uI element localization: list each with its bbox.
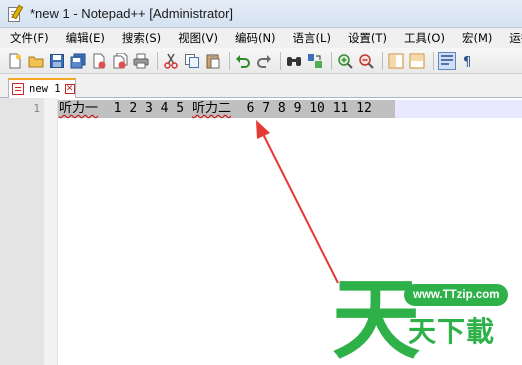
menu-settings[interactable]: 设置(T)	[338, 30, 394, 46]
print-icon[interactable]	[132, 52, 150, 70]
document-tab-bar: new 1 ✕	[0, 74, 522, 98]
paste-icon[interactable]	[204, 52, 222, 70]
code-segment: 听力一	[59, 101, 99, 116]
zoom-in-icon[interactable]	[336, 52, 354, 70]
menu-macro[interactable]: 宏(M)	[452, 30, 499, 46]
menu-language[interactable]: 语言(L)	[283, 30, 338, 46]
watermark: 天 www.TTzip.com 天下載	[332, 272, 522, 365]
toolbar-separator	[331, 51, 332, 70]
show-all-characters-icon[interactable]: ¶	[459, 52, 477, 70]
toolbar-separator	[157, 51, 158, 70]
save-all-icon[interactable]	[69, 52, 87, 70]
menu-encoding[interactable]: 编码(N)	[225, 30, 283, 46]
line-number: 1	[33, 102, 40, 115]
menu-search[interactable]: 搜索(S)	[112, 30, 168, 46]
close-icon[interactable]	[90, 52, 108, 70]
replace-icon[interactable]	[306, 52, 324, 70]
toolbar: ¶	[0, 48, 522, 74]
save-icon[interactable]	[48, 52, 66, 70]
menu-edit[interactable]: 编辑(E)	[56, 30, 112, 46]
menu-tools[interactable]: 工具(O)	[394, 30, 452, 46]
svg-text:¶: ¶	[463, 55, 471, 69]
tab-label: new 1	[29, 83, 61, 95]
toolbar-separator	[280, 51, 281, 70]
code-line[interactable]: 听力一 1 2 3 4 5 听力二 6 7 8 9 10 11 12	[59, 101, 372, 117]
close-all-icon[interactable]	[111, 52, 129, 70]
toolbar-separator	[433, 51, 434, 70]
watermark-url: www.TTzip.com	[404, 284, 509, 306]
tab-close-icon[interactable]: ✕	[64, 84, 75, 94]
sync-horizontal-icon[interactable]	[408, 52, 426, 70]
unsaved-file-icon	[12, 83, 24, 95]
find-icon[interactable]	[285, 52, 303, 70]
menu-run[interactable]: 运行(R	[499, 30, 522, 46]
watermark-text: 天下載	[408, 315, 496, 348]
menu-view[interactable]: 视图(V)	[168, 30, 225, 46]
sync-vertical-icon[interactable]	[387, 52, 405, 70]
copy-icon[interactable]	[183, 52, 201, 70]
undo-icon[interactable]	[234, 52, 252, 70]
open-file-icon[interactable]	[27, 52, 45, 70]
cut-icon[interactable]	[162, 52, 180, 70]
menu-file[interactable]: 文件(F)	[0, 30, 56, 46]
code-segment: 1 2 3 4 5	[98, 101, 192, 116]
redo-icon[interactable]	[255, 52, 273, 70]
code-segment: 听力二	[191, 101, 231, 116]
title-bar: *new 1 - Notepad++ [Administrator]	[0, 0, 522, 28]
zoom-out-icon[interactable]	[357, 52, 375, 70]
word-wrap-icon[interactable]	[438, 51, 456, 70]
line-number-gutter: 1	[0, 98, 44, 365]
watermark-big-char: 天	[332, 272, 420, 362]
toolbar-separator	[229, 51, 230, 70]
toolbar-separator	[382, 51, 383, 70]
new-file-icon[interactable]	[6, 52, 24, 70]
fold-margin[interactable]	[44, 98, 58, 365]
menu-bar: 文件(F) 编辑(E) 搜索(S) 视图(V) 编码(N) 语言(L) 设置(T…	[0, 28, 522, 48]
window-title: *new 1 - Notepad++ [Administrator]	[30, 6, 234, 21]
tab-new-1[interactable]: new 1 ✕	[8, 78, 76, 98]
notepad-plus-plus-icon	[6, 4, 24, 23]
code-segment: 6 7 8 9 10 11 12	[230, 101, 372, 116]
